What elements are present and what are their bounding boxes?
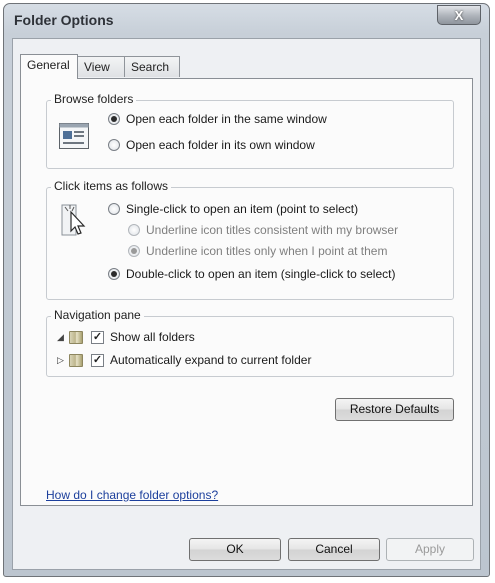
radio-own-window[interactable] [108,139,120,151]
underline-point-label: Underline icon titles only when I point … [146,244,388,258]
general-tab-panel: Browse folders Open each folder in the s… [20,78,473,506]
help-link[interactable]: How do I change folder options? [46,488,218,502]
tab-general[interactable]: General [20,54,78,79]
auto-expand-label: Automatically expand to current folder [110,353,312,367]
double-click-option[interactable]: Double-click to open an item (single-cli… [108,267,395,281]
radio-single-click[interactable] [108,203,120,215]
title-bar[interactable]: Folder Options X [4,4,489,38]
apply-button[interactable]: Apply [386,538,474,561]
checkbox-auto-expand[interactable]: ✓ [91,353,104,367]
show-all-folders-label: Show all folders [110,330,195,344]
double-click-label: Double-click to open an item (single-cli… [126,267,396,281]
browse-own-window-option[interactable]: Open each folder in its own window [108,138,315,152]
radio-own-window-label: Open each folder in its own window [126,138,315,152]
folder-icon [69,353,83,367]
dialog-client-area: General View Search Browse folders Open [12,38,481,570]
browse-same-window-option[interactable]: Open each folder in the same window [108,112,327,126]
underline-consistent-label: Underline icon titles consistent with my… [146,223,399,237]
navigation-pane-group: Navigation pane ◢ ✓ Show all folders ▷ ✓… [46,308,454,377]
browse-folders-group: Browse folders Open each folder in the s… [46,92,454,169]
close-icon: X [454,8,464,23]
auto-expand-option[interactable]: ▷ ✓ Automatically expand to current fold… [57,353,311,367]
tree-collapsed-arrow-icon: ▷ [57,354,64,365]
radio-underline-consistent[interactable] [128,224,140,236]
folder-icon [69,330,83,344]
restore-defaults-button[interactable]: Restore Defaults [335,398,454,421]
click-items-group: Click items as follows Single-click to o… [46,179,454,300]
radio-same-window-label: Open each folder in the same window [126,112,327,126]
checkbox-show-all-folders[interactable]: ✓ [91,330,104,344]
close-button[interactable]: X [437,5,481,25]
cancel-button[interactable]: Cancel [288,538,380,561]
window-title: Folder Options [14,12,114,28]
tree-expanded-arrow-icon: ◢ [57,331,64,342]
browse-folders-label: Browse folders [51,92,137,106]
tab-search[interactable]: Search [124,56,180,77]
single-click-label: Single-click to open an item (point to s… [126,202,359,216]
radio-double-click[interactable] [108,268,120,280]
underline-consistent-option[interactable]: Underline icon titles consistent with my… [128,223,398,237]
radio-same-window[interactable] [108,113,120,125]
pointer-click-icon [61,204,86,236]
click-items-label: Click items as follows [51,179,172,193]
single-click-option[interactable]: Single-click to open an item (point to s… [108,202,358,216]
show-all-folders-option[interactable]: ◢ ✓ Show all folders [57,330,195,344]
underline-point-option[interactable]: Underline icon titles only when I point … [128,244,387,258]
navigation-pane-label: Navigation pane [51,308,144,322]
folder-options-dialog: Folder Options X General View Search Bro… [3,3,490,577]
tab-view[interactable]: View [77,56,125,77]
radio-underline-point[interactable] [128,245,140,257]
ok-button[interactable]: OK [189,538,281,561]
browse-window-icon [59,123,89,149]
